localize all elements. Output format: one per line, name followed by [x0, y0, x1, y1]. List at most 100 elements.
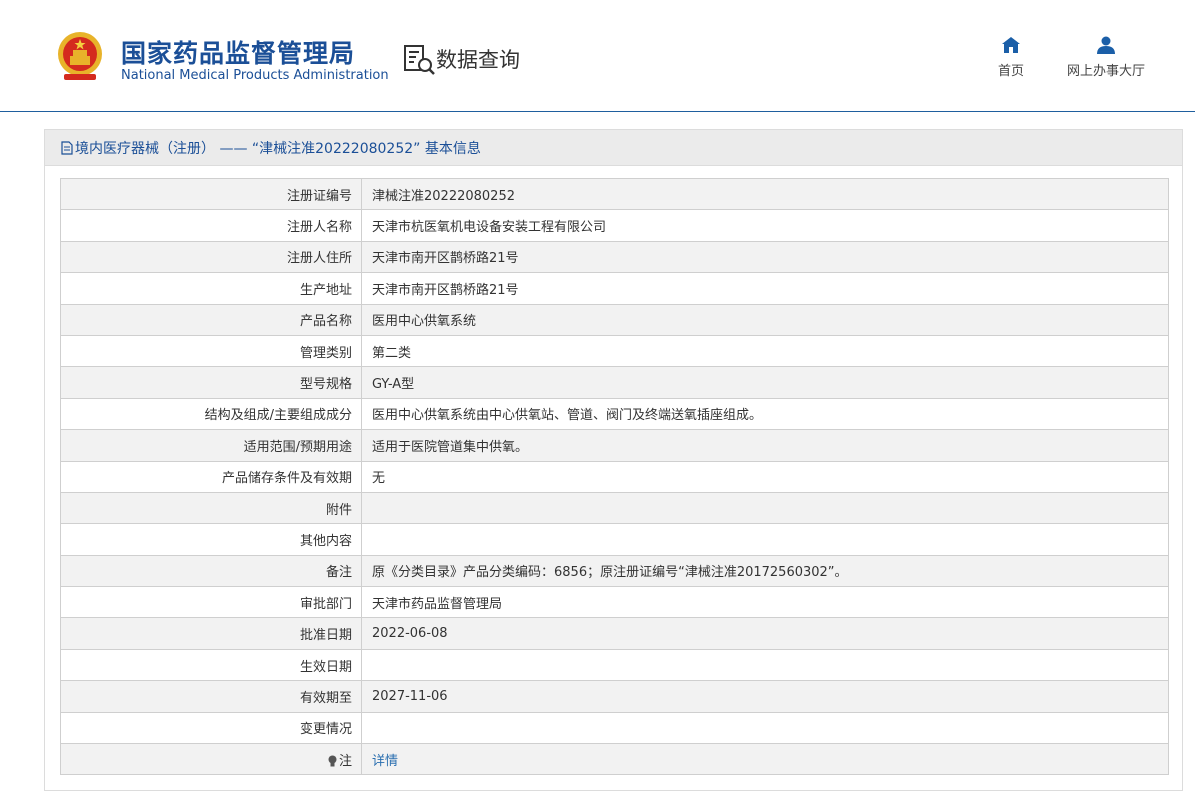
row-value: 详情	[361, 743, 1169, 776]
row-label-text: 注	[338, 753, 352, 769]
row-value-text: 2022-06-08	[372, 626, 448, 642]
national-emblem-icon	[58, 32, 102, 80]
row-value: 天津市南开区鹊桥路21号	[361, 240, 1169, 274]
document-icon	[61, 140, 73, 155]
row-label-text: 产品名称	[299, 314, 352, 330]
site-logo-subtitle[interactable]: National Medical Products Administration	[121, 68, 389, 83]
row-value-text: 天津市南开区鹊桥路21号	[372, 282, 519, 298]
row-value-text: 2027-11-06	[372, 688, 448, 704]
row-value: 津械注准20222080252	[361, 177, 1169, 211]
table-row: 注册证编号 津械注准20222080252	[60, 177, 1169, 211]
row-label-text: 备注	[325, 565, 352, 581]
table-row: 审批部门 天津市药品监督管理局	[60, 586, 1169, 619]
nav-home[interactable]: 首页	[992, 36, 1030, 79]
row-value-text: 医用中心供氧系统	[372, 314, 477, 330]
row-value-text: 天津市杭医氧机电设备安装工程有限公司	[372, 220, 607, 236]
site-header: 国家药品监督管理局 National Medical Products Admi…	[0, 0, 1195, 112]
row-label: 有效期至	[60, 680, 362, 713]
row-label: 注	[60, 743, 362, 776]
row-label: 批准日期	[60, 617, 362, 650]
device-info-panel: 境内医疗器械（注册） —— “津械注准20222080252” 基本信息 注册证…	[44, 129, 1183, 791]
data-query-title: 数据查询	[436, 48, 520, 72]
row-label-text: 适用范围/预期用途	[243, 439, 352, 455]
row-label: 注册证编号	[60, 177, 362, 211]
row-value: 天津市南开区鹊桥路21号	[361, 272, 1169, 305]
info-table: 注册证编号 津械注准20222080252 注册人名称 天津市杭医氧机电设备安装工程有…	[60, 177, 1169, 776]
user-icon	[1097, 36, 1115, 54]
row-label-text: 型号规格	[299, 377, 352, 393]
row-value: 2022-06-08	[361, 617, 1169, 650]
row-label: 生效日期	[60, 648, 362, 682]
home-icon	[1002, 37, 1020, 53]
row-label-text: 有效期至	[299, 690, 352, 706]
row-value-text: 适用于医院管道集中供氧。	[372, 439, 529, 455]
row-label: 变更情况	[60, 711, 362, 745]
row-label: 备注	[60, 554, 362, 588]
row-label: 其他内容	[60, 523, 362, 556]
data-query-icon	[404, 45, 435, 75]
row-value: 天津市药品监督管理局	[361, 586, 1169, 619]
row-label-text: 审批部门	[299, 596, 352, 612]
table-row: 附件	[60, 491, 1169, 525]
row-value-text: 天津市药品监督管理局	[372, 596, 503, 612]
nav-hall-label: 网上办事大厅	[1066, 64, 1145, 79]
row-label-text: 变更情况	[299, 722, 352, 738]
table-row: 注册人住所 天津市南开区鹊桥路21号	[60, 240, 1169, 274]
row-value-text: 天津市南开区鹊桥路21号	[372, 251, 519, 267]
row-value: 原《分类目录》产品分类编码：6856；原注册证编号“津械注准2017256030…	[361, 554, 1169, 588]
row-value-text: 医用中心供氧系统由中心供氧站、管道、阀门及终端送氧插座组成。	[372, 408, 763, 424]
row-label: 生产地址	[60, 272, 362, 305]
table-row: 备注 原《分类目录》产品分类编码：6856；原注册证编号“津械注准20172560…	[60, 554, 1169, 588]
row-label-text: 附件	[325, 502, 352, 518]
row-label: 产品名称	[60, 303, 362, 336]
table-row: 注册人名称 天津市杭医氧机电设备安装工程有限公司	[60, 209, 1169, 242]
bulb-icon	[328, 755, 337, 767]
row-label-text: 注册证编号	[286, 188, 352, 204]
row-label: 审批部门	[60, 586, 362, 619]
nav-online-service-hall[interactable]: 网上办事大厅	[1062, 36, 1150, 79]
table-row: 生效日期	[60, 648, 1169, 682]
table-row: 其他内容	[60, 523, 1169, 556]
row-value-text: 津械注准20222080252	[372, 188, 515, 204]
table-row: 有效期至 2027-11-06	[60, 680, 1169, 713]
row-label-text: 注册人名称	[286, 220, 352, 236]
row-label-text: 生产地址	[299, 282, 352, 298]
row-value: 医用中心供氧系统由中心供氧站、管道、阀门及终端送氧插座组成。	[361, 397, 1169, 431]
row-label: 适用范围/预期用途	[60, 429, 362, 462]
details-link[interactable]: 详情	[372, 754, 398, 769]
row-value-text: 第二类	[372, 345, 412, 361]
row-value: 适用于医院管道集中供氧。	[361, 429, 1169, 462]
row-value-text: 无	[372, 471, 386, 487]
panel-title: 境内医疗器械（注册） —— “津械注准20222080252” 基本信息	[75, 140, 481, 157]
row-value: 无	[361, 460, 1169, 493]
row-label-text: 其他内容	[299, 533, 352, 549]
row-value: 第二类	[361, 334, 1169, 368]
table-row: 管理类别 第二类	[60, 334, 1169, 368]
table-row: 产品名称 医用中心供氧系统	[60, 303, 1169, 336]
row-value: 天津市杭医氧机电设备安装工程有限公司	[361, 209, 1169, 242]
row-label: 注册人名称	[60, 209, 362, 242]
row-value	[361, 491, 1169, 525]
row-value-text: 原《分类目录》产品分类编码：6856；原注册证编号“津械注准2017256030…	[372, 565, 848, 581]
row-value: GY-A型	[361, 366, 1169, 399]
row-value	[361, 711, 1169, 745]
row-value	[361, 523, 1169, 556]
row-label: 产品储存条件及有效期	[60, 460, 362, 493]
nav-home-label: 首页	[997, 64, 1024, 79]
row-value: 医用中心供氧系统	[361, 303, 1169, 336]
row-label: 管理类别	[60, 334, 362, 368]
row-label-text: 结构及组成/主要组成成分	[204, 408, 352, 424]
table-row: 批准日期 2022-06-08	[60, 617, 1169, 650]
row-value	[361, 648, 1169, 682]
site-logo-title[interactable]: 国家药品监督管理局	[121, 34, 355, 70]
row-label: 附件	[60, 491, 362, 525]
table-row: 结构及组成/主要组成成分 医用中心供氧系统由中心供氧站、管道、阀门及终端送氧插座组…	[60, 397, 1169, 431]
row-value: 2027-11-06	[361, 680, 1169, 713]
table-row: 适用范围/预期用途 适用于医院管道集中供氧。	[60, 429, 1169, 462]
row-label: 结构及组成/主要组成成分	[60, 397, 362, 431]
table-row: 注 详情	[60, 743, 1169, 776]
row-label-text: 管理类别	[299, 345, 352, 361]
row-label-text: 批准日期	[299, 628, 352, 644]
table-row: 生产地址 天津市南开区鹊桥路21号	[60, 272, 1169, 305]
row-label-text: 生效日期	[299, 659, 352, 675]
